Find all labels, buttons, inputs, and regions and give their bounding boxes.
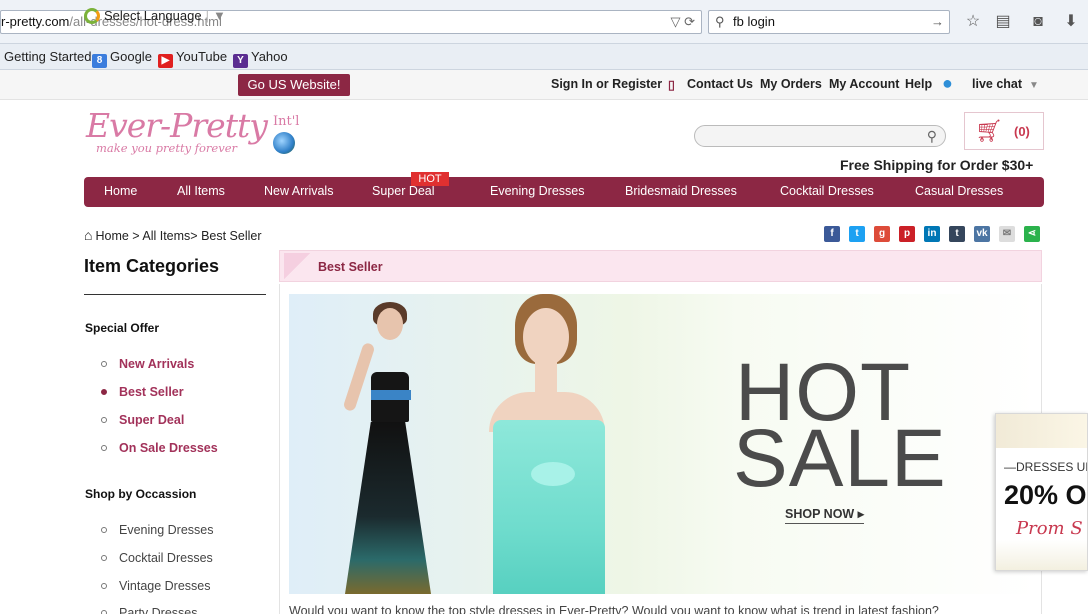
hot-badge: HOT: [411, 172, 449, 186]
language-globe-icon: [84, 8, 100, 24]
nav-evening-dresses[interactable]: Evening Dresses: [490, 184, 585, 198]
best-seller-header: Best Seller: [279, 250, 1042, 282]
cart-count: (0): [1014, 124, 1030, 139]
breadcrumb-home[interactable]: Home: [95, 229, 128, 243]
home-icon: ⌂: [84, 227, 93, 243]
bookmark-google[interactable]: 8 Google: [92, 49, 152, 68]
hot-sale-banner[interactable]: HOT SALE SHOP NOW ▸: [289, 294, 1037, 594]
shop-now-link[interactable]: SHOP NOW ▸: [785, 506, 864, 524]
bookmark-yahoo[interactable]: Y Yahoo: [233, 49, 288, 68]
floating-promo-ad[interactable]: —DRESSES UP 20% O Prom S: [995, 413, 1088, 571]
logo-suffix: Int'l: [273, 114, 300, 129]
bookmarks-list-icon[interactable]: ▤: [992, 11, 1014, 33]
tumblr-icon[interactable]: t: [949, 226, 965, 242]
sidebar-item-party-dresses[interactable]: Party Dresses: [101, 606, 198, 614]
google-plus-icon[interactable]: g: [874, 226, 890, 242]
download-icon[interactable]: ⬇: [1060, 11, 1082, 33]
search-go-icon[interactable]: →: [931, 11, 944, 33]
sidebar-item-cocktail-dresses[interactable]: Cocktail Dresses: [101, 551, 213, 565]
sidebar-item-super-deal[interactable]: Super Deal: [101, 413, 184, 427]
browser-search-input[interactable]: ⚲ fb login →: [708, 10, 950, 34]
divider: [84, 294, 266, 295]
bookmark-youtube[interactable]: ▶ YouTube: [158, 49, 227, 68]
twitter-icon[interactable]: t: [849, 226, 865, 242]
browser-search-value: fb login: [733, 14, 775, 29]
nav-bridesmaid-dresses[interactable]: Bridesmaid Dresses: [625, 184, 737, 198]
go-us-website-button[interactable]: Go US Website!: [238, 74, 350, 96]
my-orders-link[interactable]: My Orders: [760, 77, 822, 91]
sidebar-item-vintage-dresses[interactable]: Vintage Dresses: [101, 579, 211, 593]
sidebar-item-on-sale-dresses[interactable]: On Sale Dresses: [101, 441, 218, 455]
sidebar-item-new-arrivals[interactable]: New Arrivals: [101, 357, 194, 371]
site-logo[interactable]: Ever-Pretty: [86, 106, 268, 145]
site-search-input[interactable]: ⚲: [694, 125, 946, 147]
nav-home[interactable]: Home: [104, 184, 137, 198]
breadcrumb-trail: > All Items> Best Seller: [128, 229, 262, 243]
special-offer-title: Special Offer: [85, 321, 160, 335]
best-seller-title: Best Seller: [318, 260, 383, 274]
shop-by-occasion-title: Shop by Occassion: [85, 487, 197, 501]
search-icon: ⚲: [715, 14, 725, 29]
google-icon: 8: [92, 54, 107, 68]
search-icon[interactable]: ⚲: [927, 128, 937, 145]
sign-in-link[interactable]: Sign In or Register: [551, 77, 662, 91]
cart-icon: 🛒︎: [975, 118, 1003, 143]
url-domain: r-pretty.com: [1, 14, 70, 29]
nav-super-deal[interactable]: Super Deal: [372, 184, 435, 198]
breadcrumb: ⌂ Home > All Items> Best Seller: [84, 227, 262, 243]
sidebar-item-best-seller[interactable]: Best Seller: [101, 385, 184, 399]
vk-icon[interactable]: vk: [974, 226, 990, 242]
cart-button[interactable]: 🛒︎ (0): [964, 112, 1044, 150]
ribbon-decoration: [284, 253, 310, 279]
linkedin-icon[interactable]: in: [924, 226, 940, 242]
language-selector[interactable]: Select Language | ▼: [84, 8, 226, 24]
nav-casual-dresses[interactable]: Casual Dresses: [915, 184, 1003, 198]
reload-icon[interactable]: ▽ ⟳: [670, 11, 695, 33]
live-chat-link[interactable]: live chat: [972, 77, 1022, 91]
share-icon[interactable]: ⋖: [1024, 226, 1040, 242]
help-link[interactable]: Help: [905, 77, 932, 91]
banner-sale-text: SALE: [733, 413, 947, 504]
yahoo-icon: Y: [233, 54, 248, 68]
bookmark-star-icon[interactable]: ☆: [962, 11, 984, 33]
phone-icon: ▯: [668, 78, 675, 92]
nav-cocktail-dresses[interactable]: Cocktail Dresses: [780, 184, 874, 198]
promo-line-3: Prom S: [1016, 518, 1083, 539]
promo-line-2: 20% O: [1004, 480, 1087, 510]
free-shipping-note: Free Shipping for Order $30+: [840, 157, 1034, 173]
nav-all-items[interactable]: All Items: [177, 184, 225, 198]
my-account-link[interactable]: My Account: [829, 77, 899, 91]
main-nav: Home All Items New Arrivals Super Deal E…: [84, 177, 1044, 207]
chevron-down-icon: ▼: [212, 8, 226, 23]
chat-bubble-icon: ●: [942, 73, 953, 93]
globe-icon: [273, 132, 295, 154]
contact-us-link[interactable]: Contact Us: [687, 77, 753, 91]
sidebar-item-evening-dresses[interactable]: Evening Dresses: [101, 523, 214, 537]
youtube-icon: ▶: [158, 54, 173, 68]
bookmark-getting-started[interactable]: Getting Started: [4, 49, 91, 65]
pocket-icon[interactable]: ◙: [1027, 11, 1049, 33]
item-categories-title: Item Categories: [84, 256, 220, 276]
intro-text: Would you want to know the top style dre…: [289, 604, 939, 614]
chevron-down-icon[interactable]: ▼: [1029, 80, 1039, 91]
bookmarks-bar: Getting Started 8 Google ▶ YouTube Y Yahoo: [0, 44, 1088, 70]
logo-tagline: make you pretty forever: [96, 141, 238, 155]
email-icon[interactable]: ✉: [999, 226, 1015, 242]
pinterest-icon[interactable]: p: [899, 226, 915, 242]
promo-line-1: —DRESSES UP: [1004, 460, 1088, 474]
nav-new-arrivals[interactable]: New Arrivals: [264, 184, 333, 198]
facebook-icon[interactable]: f: [824, 226, 840, 242]
